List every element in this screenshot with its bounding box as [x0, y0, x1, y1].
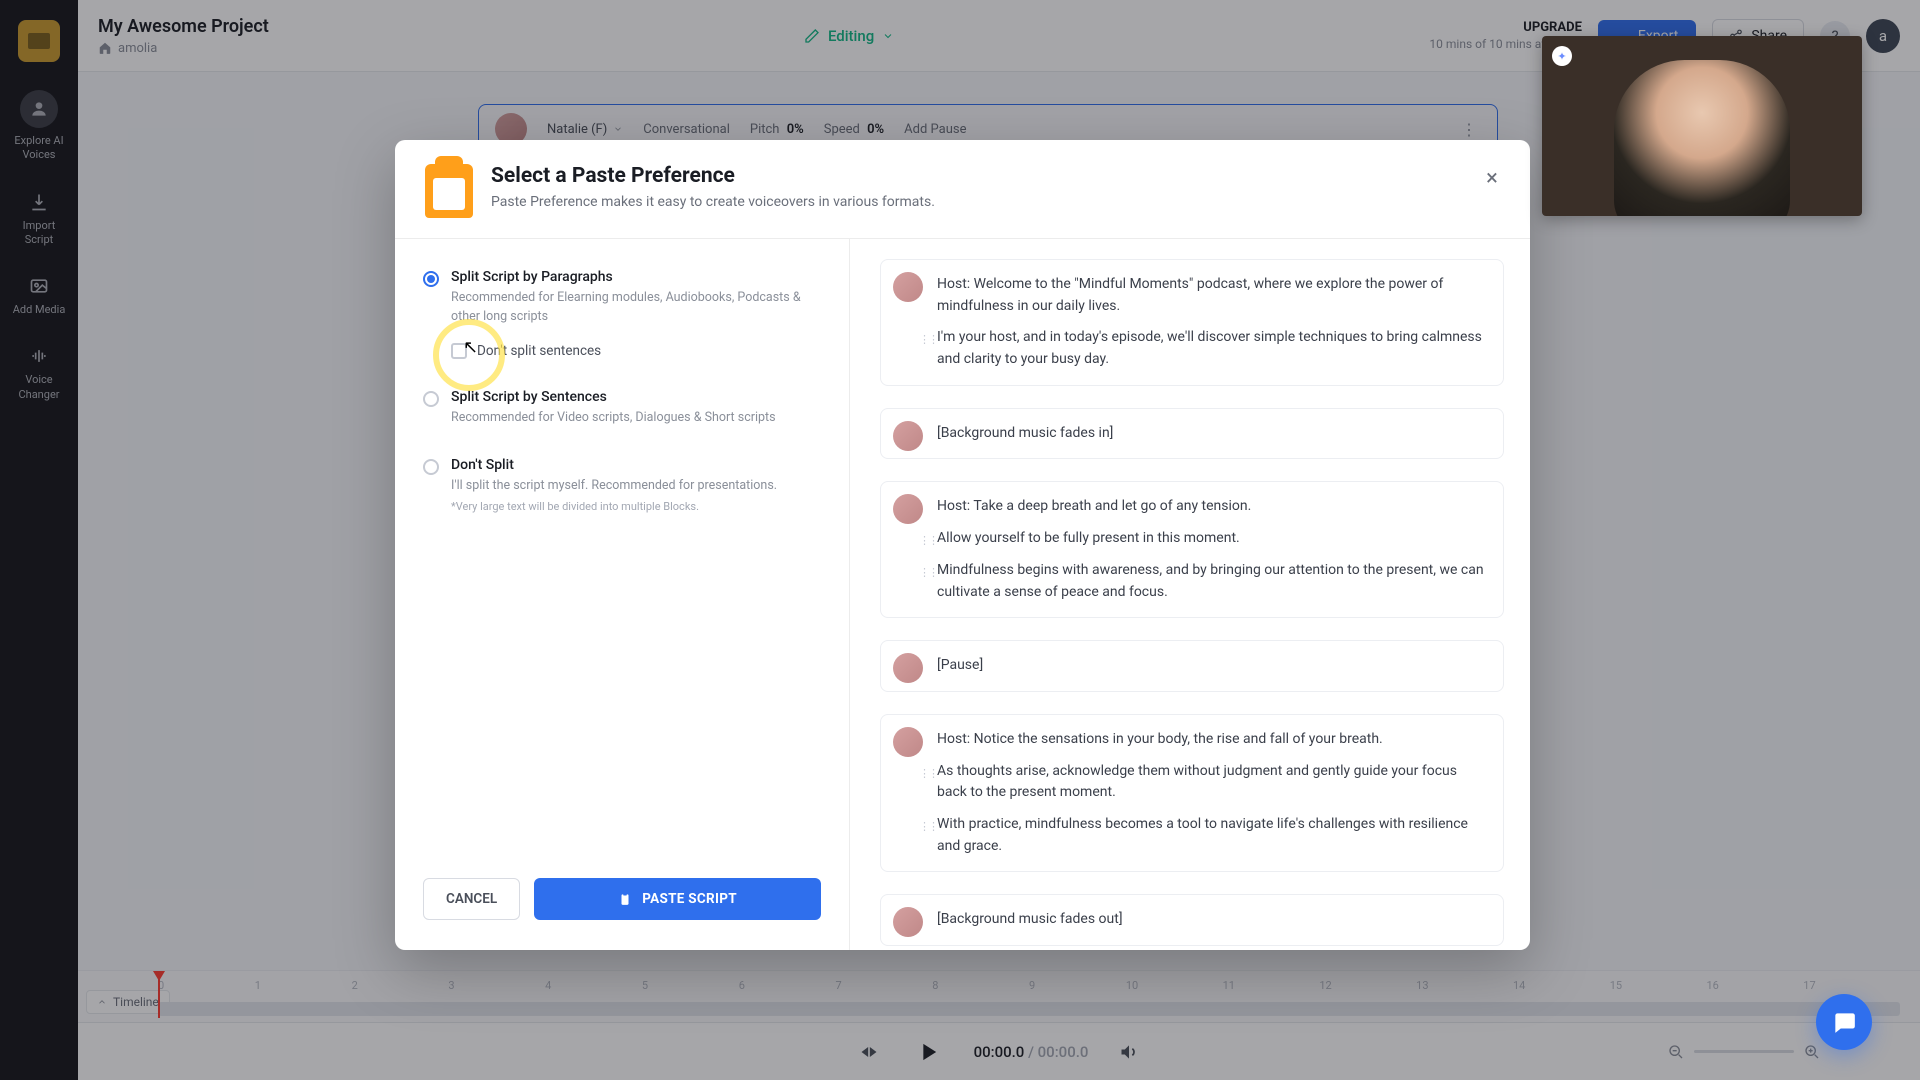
- clipboard-icon: [425, 164, 473, 218]
- paste-preference-modal: Select a Paste Preference Paste Preferen…: [395, 140, 1530, 950]
- avatar: [893, 421, 923, 451]
- radio-icon: [423, 271, 439, 287]
- option-split-paragraphs[interactable]: Split Script by Paragraphs Recommended f…: [423, 269, 821, 327]
- cancel-button[interactable]: CANCEL: [423, 878, 520, 920]
- drag-handle-icon[interactable]: ⋮⋮: [919, 765, 937, 782]
- option-title: Don't Split: [451, 457, 777, 473]
- option-fineprint: *Very large text will be divided into mu…: [451, 500, 777, 513]
- preview-block[interactable]: Host: Notice the sensations in your body…: [880, 714, 1504, 872]
- avatar: [893, 907, 923, 937]
- option-dont-split[interactable]: Don't Split I'll split the script myself…: [423, 457, 821, 513]
- preview-block[interactable]: Host: Welcome to the "Mindful Moments" p…: [880, 259, 1504, 386]
- clipboard-icon: [618, 891, 632, 907]
- radio-icon: [423, 459, 439, 475]
- option-desc: I'll split the script myself. Recommende…: [451, 477, 777, 496]
- preview-block[interactable]: [Background music fades in]: [880, 408, 1504, 460]
- chat-icon: [1831, 1009, 1857, 1035]
- option-desc: Recommended for Elearning modules, Audio…: [451, 289, 821, 327]
- avatar: [893, 727, 923, 757]
- avatar: [893, 272, 923, 302]
- preview-panel[interactable]: Host: Welcome to the "Mindful Moments" p…: [850, 239, 1530, 950]
- drag-handle-icon[interactable]: ⋮⋮: [919, 818, 937, 835]
- webcam-video: [1614, 60, 1790, 216]
- option-title: Split Script by Sentences: [451, 389, 776, 405]
- option-split-sentences[interactable]: Split Script by Sentences Recommended fo…: [423, 389, 821, 428]
- paste-script-button[interactable]: PASTE SCRIPT: [534, 878, 821, 920]
- drag-handle-icon[interactable]: ⋮⋮: [919, 532, 937, 549]
- radio-icon: [423, 391, 439, 407]
- avatar: [893, 494, 923, 524]
- options-panel: Split Script by Paragraphs Recommended f…: [395, 239, 850, 950]
- webcam-overlay[interactable]: ✦: [1542, 36, 1862, 216]
- modal-subtitle: Paste Preference makes it easy to create…: [491, 194, 935, 210]
- drag-handle-icon[interactable]: ⋮⋮: [919, 331, 937, 348]
- preview-block[interactable]: [Pause]: [880, 640, 1504, 692]
- sparkle-icon: ✦: [1552, 46, 1572, 66]
- checkbox-icon: [451, 343, 467, 359]
- modal-header: Select a Paste Preference Paste Preferen…: [395, 140, 1530, 239]
- option-title: Split Script by Paragraphs: [451, 269, 821, 285]
- avatar: [893, 653, 923, 683]
- modal-title: Select a Paste Preference: [491, 164, 935, 188]
- chat-button[interactable]: [1816, 994, 1872, 1050]
- option-desc: Recommended for Video scripts, Dialogues…: [451, 409, 776, 428]
- preview-block[interactable]: Host: Take a deep breath and let go of a…: [880, 481, 1504, 618]
- close-button[interactable]: ×: [1478, 164, 1506, 192]
- checkbox-label: Don't split sentences: [477, 343, 601, 359]
- dont-split-sentences-checkbox[interactable]: ↖ Don't split sentences: [451, 343, 821, 359]
- preview-block[interactable]: [Background music fades out]: [880, 894, 1504, 946]
- drag-handle-icon[interactable]: ⋮⋮: [919, 564, 937, 581]
